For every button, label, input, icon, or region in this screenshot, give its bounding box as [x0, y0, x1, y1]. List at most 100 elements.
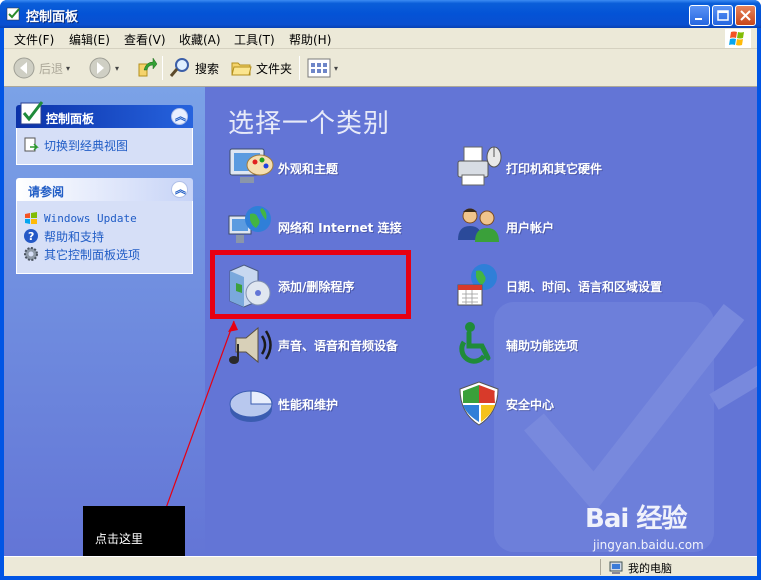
control-panel-header[interactable]: 控制面板 ︽: [16, 101, 193, 128]
sounds-audio-label: 声音、语音和音频设备: [278, 339, 399, 353]
sound-speaker-icon: [229, 326, 272, 364]
user-accounts-label: 用户帐户: [506, 221, 555, 235]
gear-icon: [24, 247, 38, 261]
category-sounds-audio[interactable]: 声音、语音和音频设备: [226, 320, 441, 370]
other-options-label: 其它控制面板选项: [44, 247, 141, 262]
toolbar-separator: [299, 56, 300, 80]
back-label: 后退: [39, 61, 64, 76]
status-computer-label: 我的电脑: [628, 562, 672, 575]
accessibility-wheelchair-icon: [459, 322, 491, 364]
classic-view-icon: [24, 137, 39, 152]
forward-dropdown-icon[interactable]: ▾: [115, 64, 119, 73]
forward-button[interactable]: ▾: [88, 54, 119, 82]
my-computer-icon: [609, 561, 623, 574]
menu-edit[interactable]: 编辑(E): [69, 31, 110, 48]
windows-update-link[interactable]: Windows Update: [23, 209, 186, 227]
page-heading: 选择一个类别: [228, 109, 391, 139]
forward-arrow-icon: [89, 57, 111, 79]
annotation-text: 点击这里: [95, 532, 144, 546]
menu-help[interactable]: 帮助(H): [289, 31, 331, 48]
back-button[interactable]: 后退 ▾: [12, 54, 70, 82]
windows-update-icon: [25, 212, 37, 224]
search-button[interactable]: 搜索: [168, 54, 219, 82]
user-accounts-icon: [458, 208, 499, 242]
see-also-body: Windows Update ? 帮助和支持 其它控制面板选项: [16, 201, 193, 274]
views-icon: [307, 58, 331, 78]
other-options-link[interactable]: 其它控制面板选项: [23, 245, 186, 263]
search-label: 搜索: [195, 61, 220, 76]
title-bar[interactable]: 控制面板: [0, 0, 761, 28]
minimize-icon: [695, 18, 702, 20]
close-button[interactable]: [735, 5, 756, 26]
views-dropdown-icon[interactable]: ▾: [334, 64, 338, 73]
status-computer: 我的电脑: [608, 560, 672, 576]
help-support-label: 帮助和支持: [44, 229, 105, 244]
category-security-center[interactable]: 安全中心: [454, 379, 669, 429]
folders-button[interactable]: 文件夹: [229, 54, 292, 82]
toolbar-separator: [162, 56, 163, 80]
window-title: 控制面板: [26, 10, 79, 25]
maximize-button[interactable]: [712, 5, 733, 26]
printer-icon: [457, 146, 502, 186]
windows-update-label: Windows Update: [44, 211, 137, 225]
control-panel-window: 控制面板 文件(F) 编辑(E) 查看(V) 收藏(A) 工具(T) 帮助(H): [0, 0, 761, 580]
switch-classic-view-label: 切换到经典视图: [44, 138, 129, 153]
folder-up-icon: [138, 57, 158, 77]
menu-tools[interactable]: 工具(T): [234, 31, 275, 48]
windows-logo-icon: [725, 29, 751, 48]
views-button[interactable]: ▾: [307, 54, 338, 82]
category-appearance-themes[interactable]: 外观和主题: [226, 143, 441, 193]
category-accessibility[interactable]: 辅助功能选项: [454, 320, 669, 370]
menu-view[interactable]: 查看(V): [124, 31, 166, 48]
category-date-time-language[interactable]: 日期、时间、语言和区域设置: [454, 261, 669, 311]
folders-label: 文件夹: [256, 61, 293, 76]
control-panel-body: 切换到经典视图: [16, 128, 193, 165]
category-network-internet[interactable]: 网络和 Internet 连接: [226, 202, 441, 252]
close-icon: [740, 10, 751, 21]
minimize-button[interactable]: [689, 5, 710, 26]
category-printers-hardware[interactable]: 打印机和其它硬件: [454, 143, 669, 193]
performance-pie-icon: [229, 390, 273, 422]
menu-file[interactable]: 文件(F): [14, 31, 54, 48]
performance-maintenance-label: 性能和维护: [278, 398, 339, 412]
baidu-jingyan-watermark: Bai 经验 jingyan.baidu.com: [585, 498, 725, 556]
control-panel-box: 控制面板 ︽ 切换到经典视图: [16, 101, 193, 165]
help-support-link[interactable]: ? 帮助和支持: [23, 227, 186, 245]
status-divider: [600, 559, 601, 575]
control-panel-app-icon: [6, 7, 20, 21]
category-performance-maintenance[interactable]: 性能和维护: [226, 379, 441, 429]
menu-favorites[interactable]: 收藏(A): [179, 31, 221, 48]
back-arrow-icon: [13, 57, 35, 79]
help-icon: ?: [24, 229, 38, 243]
date-time-language-label: 日期、时间、语言和区域设置: [506, 280, 663, 294]
baidu-url: jingyan.baidu.com: [593, 538, 704, 552]
back-dropdown-icon[interactable]: ▾: [66, 64, 70, 73]
folders-icon: [231, 62, 252, 76]
status-bar: 我的电脑: [4, 556, 757, 576]
svg-text:?: ?: [28, 230, 34, 243]
security-center-label: 安全中心: [506, 398, 555, 412]
control-panel-title: 控制面板: [46, 112, 95, 126]
date-time-globe-icon: [457, 264, 497, 306]
accessibility-label: 辅助功能选项: [506, 339, 579, 353]
up-button[interactable]: [136, 54, 158, 82]
category-user-accounts[interactable]: 用户帐户: [454, 202, 669, 252]
appearance-themes-label: 外观和主题: [278, 162, 339, 176]
network-internet-label: 网络和 Internet 连接: [278, 221, 402, 235]
collapse-chevron-icon: ︽: [175, 183, 186, 196]
switch-classic-view-link[interactable]: 切换到经典视图: [23, 136, 186, 154]
search-icon: [169, 58, 189, 77]
menu-bar: 文件(F) 编辑(E) 查看(V) 收藏(A) 工具(T) 帮助(H): [4, 28, 757, 49]
network-globe-icon: [228, 206, 271, 243]
maximize-icon: [717, 10, 729, 21]
collapse-button[interactable]: ︽: [171, 108, 188, 125]
security-shield-icon: [459, 381, 499, 426]
see-also-header[interactable]: 请参阅 ︽: [16, 178, 193, 201]
collapse-button[interactable]: ︽: [171, 181, 188, 198]
see-also-box: 请参阅 ︽ Windows Update ? 帮助和支持 其它控制面板选项: [16, 178, 193, 274]
toolbar: 后退 ▾ ▾ 搜索 文件夹 ▾: [4, 49, 757, 87]
baidu-logo: Bai 经验: [585, 504, 687, 534]
control-panel-icon: [20, 101, 44, 125]
printers-hardware-label: 打印机和其它硬件: [506, 162, 603, 176]
see-also-title: 请参阅: [28, 185, 65, 199]
